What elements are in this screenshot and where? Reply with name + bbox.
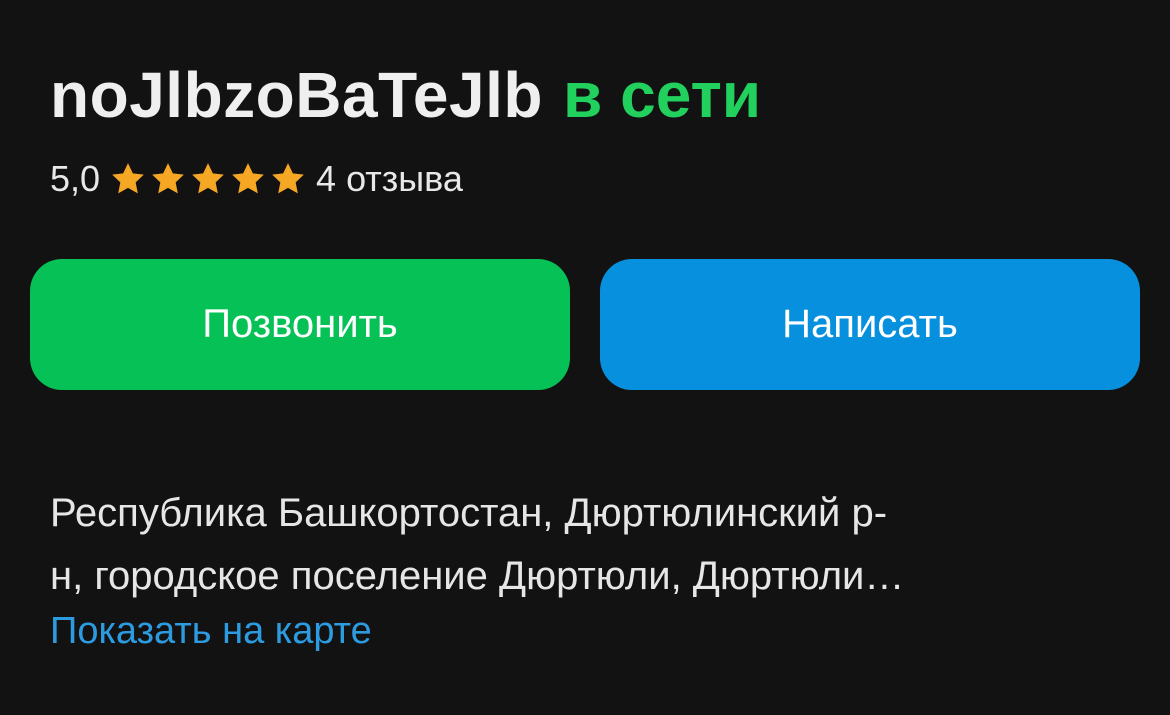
rating-stars bbox=[108, 159, 308, 199]
address: Республика Башкортостан, Дюртюлинский р-… bbox=[50, 482, 1130, 608]
online-status: в сети bbox=[562, 59, 762, 131]
star-icon bbox=[152, 163, 184, 194]
rating-score: 5,0 bbox=[50, 158, 101, 199]
seller-name[interactable]: noJlbzoBaTeJlb bbox=[50, 58, 543, 132]
call-button[interactable]: Позвонить bbox=[30, 259, 570, 390]
write-button[interactable]: Написать bbox=[600, 259, 1140, 390]
star-icon bbox=[272, 163, 304, 194]
show-on-map-link[interactable]: Показать на карте bbox=[50, 610, 372, 653]
reviews-count[interactable]: 4 отзыва bbox=[316, 158, 463, 200]
star-icon bbox=[192, 163, 224, 194]
rating-row[interactable]: 5,0 4 отзыва bbox=[50, 158, 463, 200]
seller-card: noJlbzoBaTeJlb в сети 5,0 4 отзыва Позво… bbox=[0, 0, 1170, 715]
star-icon bbox=[112, 163, 144, 194]
address-line-1: Республика Башкортостан, Дюртюлинский р- bbox=[50, 491, 888, 535]
title-row: noJlbzoBaTeJlb в сети bbox=[50, 58, 761, 132]
star-icon bbox=[232, 163, 264, 194]
address-line-2: н, городское поселение Дюртюли, Дюртюли… bbox=[50, 554, 905, 598]
